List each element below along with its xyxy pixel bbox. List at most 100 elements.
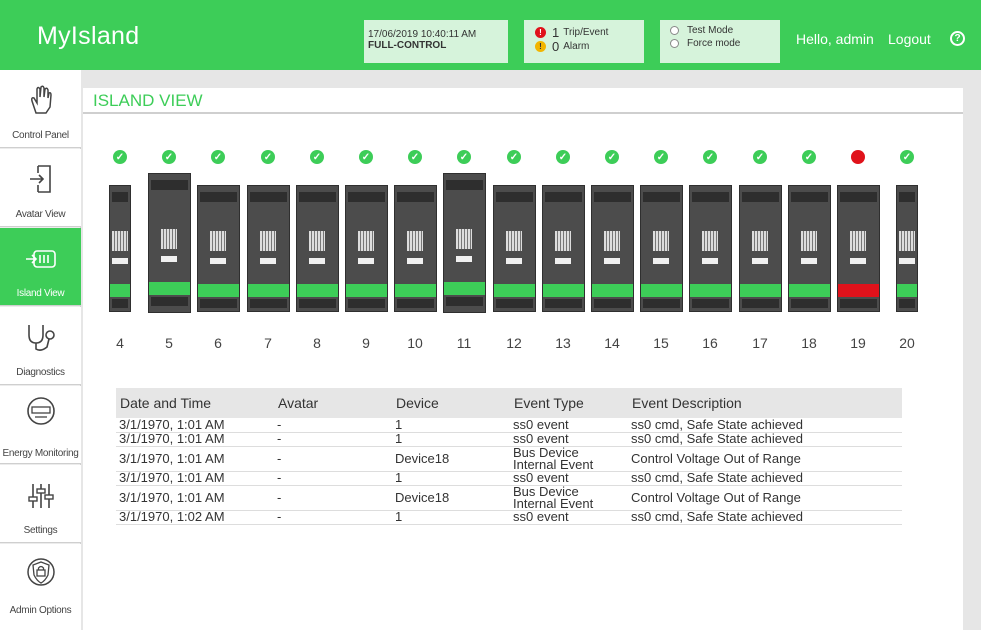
table-row[interactable]: 3/1/1970, 1:01 AM - Device18 Bus Device … <box>116 485 902 511</box>
sidebar-item-label: Avatar View <box>15 209 66 220</box>
island-module[interactable] <box>738 185 782 312</box>
column-header[interactable]: Event Type <box>510 388 628 418</box>
module-label <box>850 258 866 264</box>
terminal-block <box>150 297 188 306</box>
login-arrow-icon <box>29 165 51 193</box>
slot-number: 13 <box>555 335 571 351</box>
sidebar-item-settings[interactable]: Settings <box>0 465 81 543</box>
island-module[interactable] <box>492 185 536 312</box>
sidebar-item-label: Diagnostics <box>16 367 65 378</box>
sidebar-item-diagnostics[interactable]: Diagnostics <box>0 307 81 385</box>
check-icon: ✓ <box>261 150 275 164</box>
slot-number: 8 <box>313 335 321 351</box>
sidebar-item-energy-monitoring[interactable]: Energy Monitoring <box>0 386 81 464</box>
island-module[interactable] <box>109 185 131 312</box>
module-label <box>358 258 374 264</box>
island-module[interactable] <box>295 185 339 312</box>
island-module[interactable] <box>590 185 634 312</box>
island-module[interactable] <box>344 185 388 312</box>
island-module-icon <box>25 250 56 268</box>
sidebar-item-island-view[interactable]: Island View <box>0 228 81 306</box>
help-icon[interactable]: ? <box>950 31 965 46</box>
terminal-block <box>593 192 631 202</box>
alarm-row[interactable]: ! 0 Alarm <box>535 39 644 54</box>
sidebar-item-label: Control Panel <box>12 130 69 141</box>
cell-datetime: 3/1/1970, 1:02 AM <box>116 510 274 525</box>
qr-code <box>210 231 226 251</box>
terminal-block <box>445 297 483 306</box>
qr-code <box>112 231 128 251</box>
slot-number: 14 <box>604 335 620 351</box>
module-label <box>210 258 226 264</box>
sidebar-item-admin-options[interactable]: Admin Options <box>0 544 81 630</box>
terminal-block <box>112 192 128 202</box>
table-row[interactable]: 3/1/1970, 1:01 AM - 1 ss0 event ss0 cmd,… <box>116 471 902 486</box>
island-module[interactable] <box>196 185 240 312</box>
logout-link[interactable]: Logout <box>888 31 931 47</box>
column-header[interactable]: Date and Time <box>116 388 274 418</box>
test-mode-option[interactable]: Test Mode <box>670 24 780 37</box>
qr-code <box>604 231 620 251</box>
check-icon: ✓ <box>802 150 816 164</box>
island-module[interactable] <box>541 185 585 312</box>
column-header[interactable]: Device <box>392 388 510 418</box>
terminal-block <box>396 299 434 308</box>
cell-device: Device18 <box>392 446 510 472</box>
module-label <box>456 256 472 262</box>
module-label <box>801 258 817 264</box>
table-row[interactable]: 3/1/1970, 1:01 AM - Device18 Bus Device … <box>116 446 902 472</box>
terminal-block <box>199 192 237 202</box>
island-module[interactable] <box>836 185 880 312</box>
terminal-block <box>691 192 729 202</box>
island-module[interactable] <box>393 185 437 312</box>
status-stripe <box>788 284 830 297</box>
check-icon: ✓ <box>457 150 471 164</box>
island-module[interactable] <box>639 185 683 312</box>
slot-number: 5 <box>165 335 173 351</box>
island-module[interactable] <box>246 185 290 312</box>
app-title: MyIsland <box>37 22 140 50</box>
main-content: ISLAND VIEW ✓ 4 ✓ 5 ✓ 6 ✓ 7 ✓ 8 ✓ 9 ✓ 10 ✓ 11 ✓ 12 ✓ 13 ✓ 14 ✓… <box>83 88 963 630</box>
island-module[interactable] <box>147 173 191 313</box>
sidebar-item-label: Admin Options <box>9 605 72 616</box>
island-module[interactable] <box>896 185 918 312</box>
cell-event-type: Bus Device Internal Event <box>510 446 628 472</box>
status-stripe <box>689 284 731 297</box>
qr-code <box>456 229 472 249</box>
force-mode-option[interactable]: Force mode <box>670 37 780 50</box>
check-icon: ✓ <box>900 150 914 164</box>
event-log-table: Date and Time Avatar Device Event Type E… <box>116 388 902 525</box>
table-row[interactable]: 3/1/1970, 1:01 AM - 1 ss0 event ss0 cmd,… <box>116 432 902 447</box>
terminal-block <box>347 299 385 308</box>
cell-description: ss0 cmd, Safe State achieved <box>628 418 902 433</box>
sidebar-item-label: Settings <box>23 525 58 536</box>
sidebar-item-avatar-view[interactable]: Avatar View <box>0 149 81 227</box>
force-mode-label: Force mode <box>687 38 741 49</box>
cell-event-type: ss0 event <box>510 418 628 433</box>
island-module[interactable] <box>787 185 831 312</box>
trip-event-row[interactable]: ! 1 Trip/Event <box>535 25 644 40</box>
check-icon: ✓ <box>753 150 767 164</box>
check-icon: ✓ <box>605 150 619 164</box>
terminal-block <box>899 192 915 202</box>
terminal-block <box>298 299 336 308</box>
terminal-block <box>899 299 915 308</box>
control-mode: FULL-CONTROL <box>368 40 447 51</box>
table-row[interactable]: 3/1/1970, 1:02 AM - 1 ss0 event ss0 cmd,… <box>116 510 902 525</box>
cell-device: 1 <box>392 510 510 525</box>
column-header[interactable]: Avatar <box>274 388 392 418</box>
sidebar-item-control-panel[interactable]: Control Panel <box>0 70 81 148</box>
column-header[interactable]: Event Description <box>628 388 902 418</box>
cell-description: Control Voltage Out of Range <box>628 485 902 511</box>
hand-touch-icon <box>30 85 52 114</box>
event-summary-panel[interactable]: ! 1 Trip/Event ! 0 Alarm <box>524 20 644 63</box>
cell-description: Control Voltage Out of Range <box>628 446 902 472</box>
island-module[interactable] <box>688 185 732 312</box>
mode-panel: Test Mode Force mode <box>660 20 780 63</box>
status-stripe <box>247 284 289 297</box>
radio-icon[interactable] <box>670 26 679 35</box>
radio-icon[interactable] <box>670 39 679 48</box>
terminal-block <box>642 192 680 202</box>
table-row[interactable]: 3/1/1970, 1:01 AM - 1 ss0 event ss0 cmd,… <box>116 418 902 433</box>
island-module[interactable] <box>442 173 486 313</box>
